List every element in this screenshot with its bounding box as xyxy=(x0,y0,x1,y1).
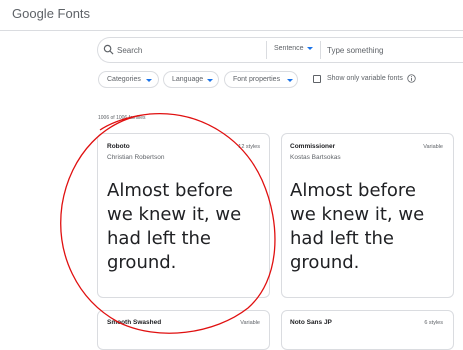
search-input[interactable] xyxy=(117,44,257,56)
chevron-down-icon xyxy=(307,47,313,50)
font-styles-count: 6 styles xyxy=(424,320,443,326)
results-count: 1006 of 1006 families xyxy=(98,115,146,121)
preview-mode-select[interactable]: Sentence xyxy=(274,45,304,52)
preview-text-input[interactable] xyxy=(327,44,457,56)
font-properties-filter-label: Font properties xyxy=(233,76,281,83)
top-bar: Google Fonts xyxy=(0,0,463,31)
font-card-smooth-swashed[interactable]: Smooth Swashed Variable xyxy=(97,310,270,350)
font-properties-filter[interactable]: Font properties xyxy=(224,71,298,88)
variable-fonts-checkbox[interactable] xyxy=(313,75,321,83)
info-icon[interactable] xyxy=(407,74,416,83)
font-author: Kostas Bartsokas xyxy=(290,154,341,161)
font-styles-count: Variable xyxy=(423,144,443,150)
font-name: Commissioner xyxy=(290,143,336,150)
search-divider xyxy=(320,41,321,59)
language-filter-label: Language xyxy=(172,76,204,83)
font-name: Smooth Swashed xyxy=(107,319,162,326)
categories-filter[interactable]: Categories xyxy=(98,71,159,88)
chevron-down-icon xyxy=(287,79,293,82)
font-card-noto-sans-jp[interactable]: Noto Sans JP 6 styles xyxy=(281,310,454,350)
font-card-commissioner[interactable]: Commissioner Kostas Bartsokas Variable A… xyxy=(281,133,454,298)
variable-fonts-label[interactable]: Show only variable fonts xyxy=(327,75,403,82)
font-styles-count: 12 styles xyxy=(238,144,260,150)
font-name: Roboto xyxy=(107,143,130,150)
font-author: Christian Robertson xyxy=(107,154,165,161)
google-fonts-logo[interactable]: Google Fonts xyxy=(12,6,90,21)
font-sample-text: Almost before we knew it, we had left th… xyxy=(290,180,425,273)
search-divider xyxy=(266,41,267,59)
chevron-down-icon xyxy=(146,79,152,82)
chevron-down-icon xyxy=(207,79,213,82)
categories-filter-label: Categories xyxy=(107,76,141,83)
font-styles-count: Variable xyxy=(240,320,260,326)
search-icon xyxy=(103,44,114,55)
font-name: Noto Sans JP xyxy=(290,319,332,326)
font-card-roboto[interactable]: Roboto Christian Robertson 12 styles Alm… xyxy=(97,133,270,298)
font-sample-text: Almost before we knew it, we had left th… xyxy=(107,180,242,273)
language-filter[interactable]: Language xyxy=(163,71,219,88)
